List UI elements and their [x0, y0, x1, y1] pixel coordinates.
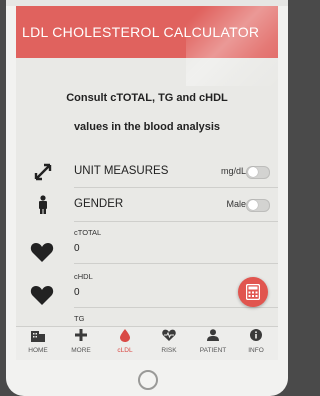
- tab-home[interactable]: HOME: [16, 329, 60, 354]
- ctotal-label: cTOTAL: [74, 228, 102, 237]
- gender-row[interactable]: GENDER Male: [16, 188, 278, 220]
- intro-line-2: values in the blood analysis: [73, 121, 221, 133]
- tab-more[interactable]: MORE: [59, 329, 103, 354]
- home-button[interactable]: [138, 370, 158, 390]
- ctotal-field[interactable]: cTOTAL 0: [74, 228, 278, 254]
- heartbeat-icon: [147, 329, 191, 345]
- tab-cldl[interactable]: cLDL: [103, 329, 147, 354]
- tab-info[interactable]: INFO: [234, 329, 278, 354]
- divider: [74, 307, 278, 308]
- app-screen: LDL CHOLESTEROL CALCULATOR Consult cTOTA…: [16, 6, 278, 360]
- tab-label: INFO: [248, 347, 264, 354]
- arrows-expand-icon: [32, 162, 54, 182]
- divider: [74, 221, 278, 222]
- gender-value: Male: [226, 199, 246, 209]
- tab-label: HOME: [28, 347, 48, 354]
- building-icon: [16, 329, 60, 345]
- gender-label: GENDER: [74, 198, 124, 210]
- user-icon: [191, 329, 235, 345]
- tab-risk[interactable]: RISK: [147, 329, 191, 354]
- heart-icon: [30, 286, 54, 305]
- unit-measures-row[interactable]: UNIT MEASURES mg/dL: [16, 155, 278, 187]
- heart-icon: [30, 243, 54, 262]
- intro-line-1: Consult cTOTAL, TG and cHDL: [66, 92, 228, 104]
- intro-text: Consult cTOTAL, TG and cHDL values in th…: [16, 92, 278, 133]
- tab-label: PATIENT: [199, 347, 227, 354]
- calculator-icon: [246, 284, 260, 300]
- tab-label: MORE: [71, 347, 91, 354]
- tab-label: RISK: [161, 347, 177, 354]
- unit-measures-label: UNIT MEASURES: [74, 165, 169, 177]
- tab-patient[interactable]: PATIENT: [191, 329, 235, 354]
- unit-measures-toggle[interactable]: [246, 166, 270, 179]
- plus-icon: [59, 329, 103, 345]
- tg-label: TG: [74, 314, 85, 323]
- ctotal-input[interactable]: 0: [74, 243, 278, 254]
- gender-toggle[interactable]: [246, 199, 270, 212]
- title-bar: LDL CHOLESTEROL CALCULATOR: [16, 6, 278, 58]
- tab-label: cLDL: [117, 347, 133, 354]
- tablet-device: LDL CHOLESTEROL CALCULATOR Consult cTOTA…: [6, 0, 288, 396]
- unit-measures-value: mg/dL: [220, 166, 246, 176]
- drop-icon: [103, 329, 147, 345]
- app-title: LDL CHOLESTEROL CALCULATOR: [22, 24, 260, 40]
- calculate-button[interactable]: [238, 277, 268, 307]
- divider: [74, 263, 278, 264]
- tg-field[interactable]: TG: [74, 314, 278, 323]
- person-icon: [32, 195, 54, 215]
- tab-bar: HOME MORE cLDL RISK PATIENT INFO: [16, 326, 278, 360]
- info-icon: [234, 329, 278, 345]
